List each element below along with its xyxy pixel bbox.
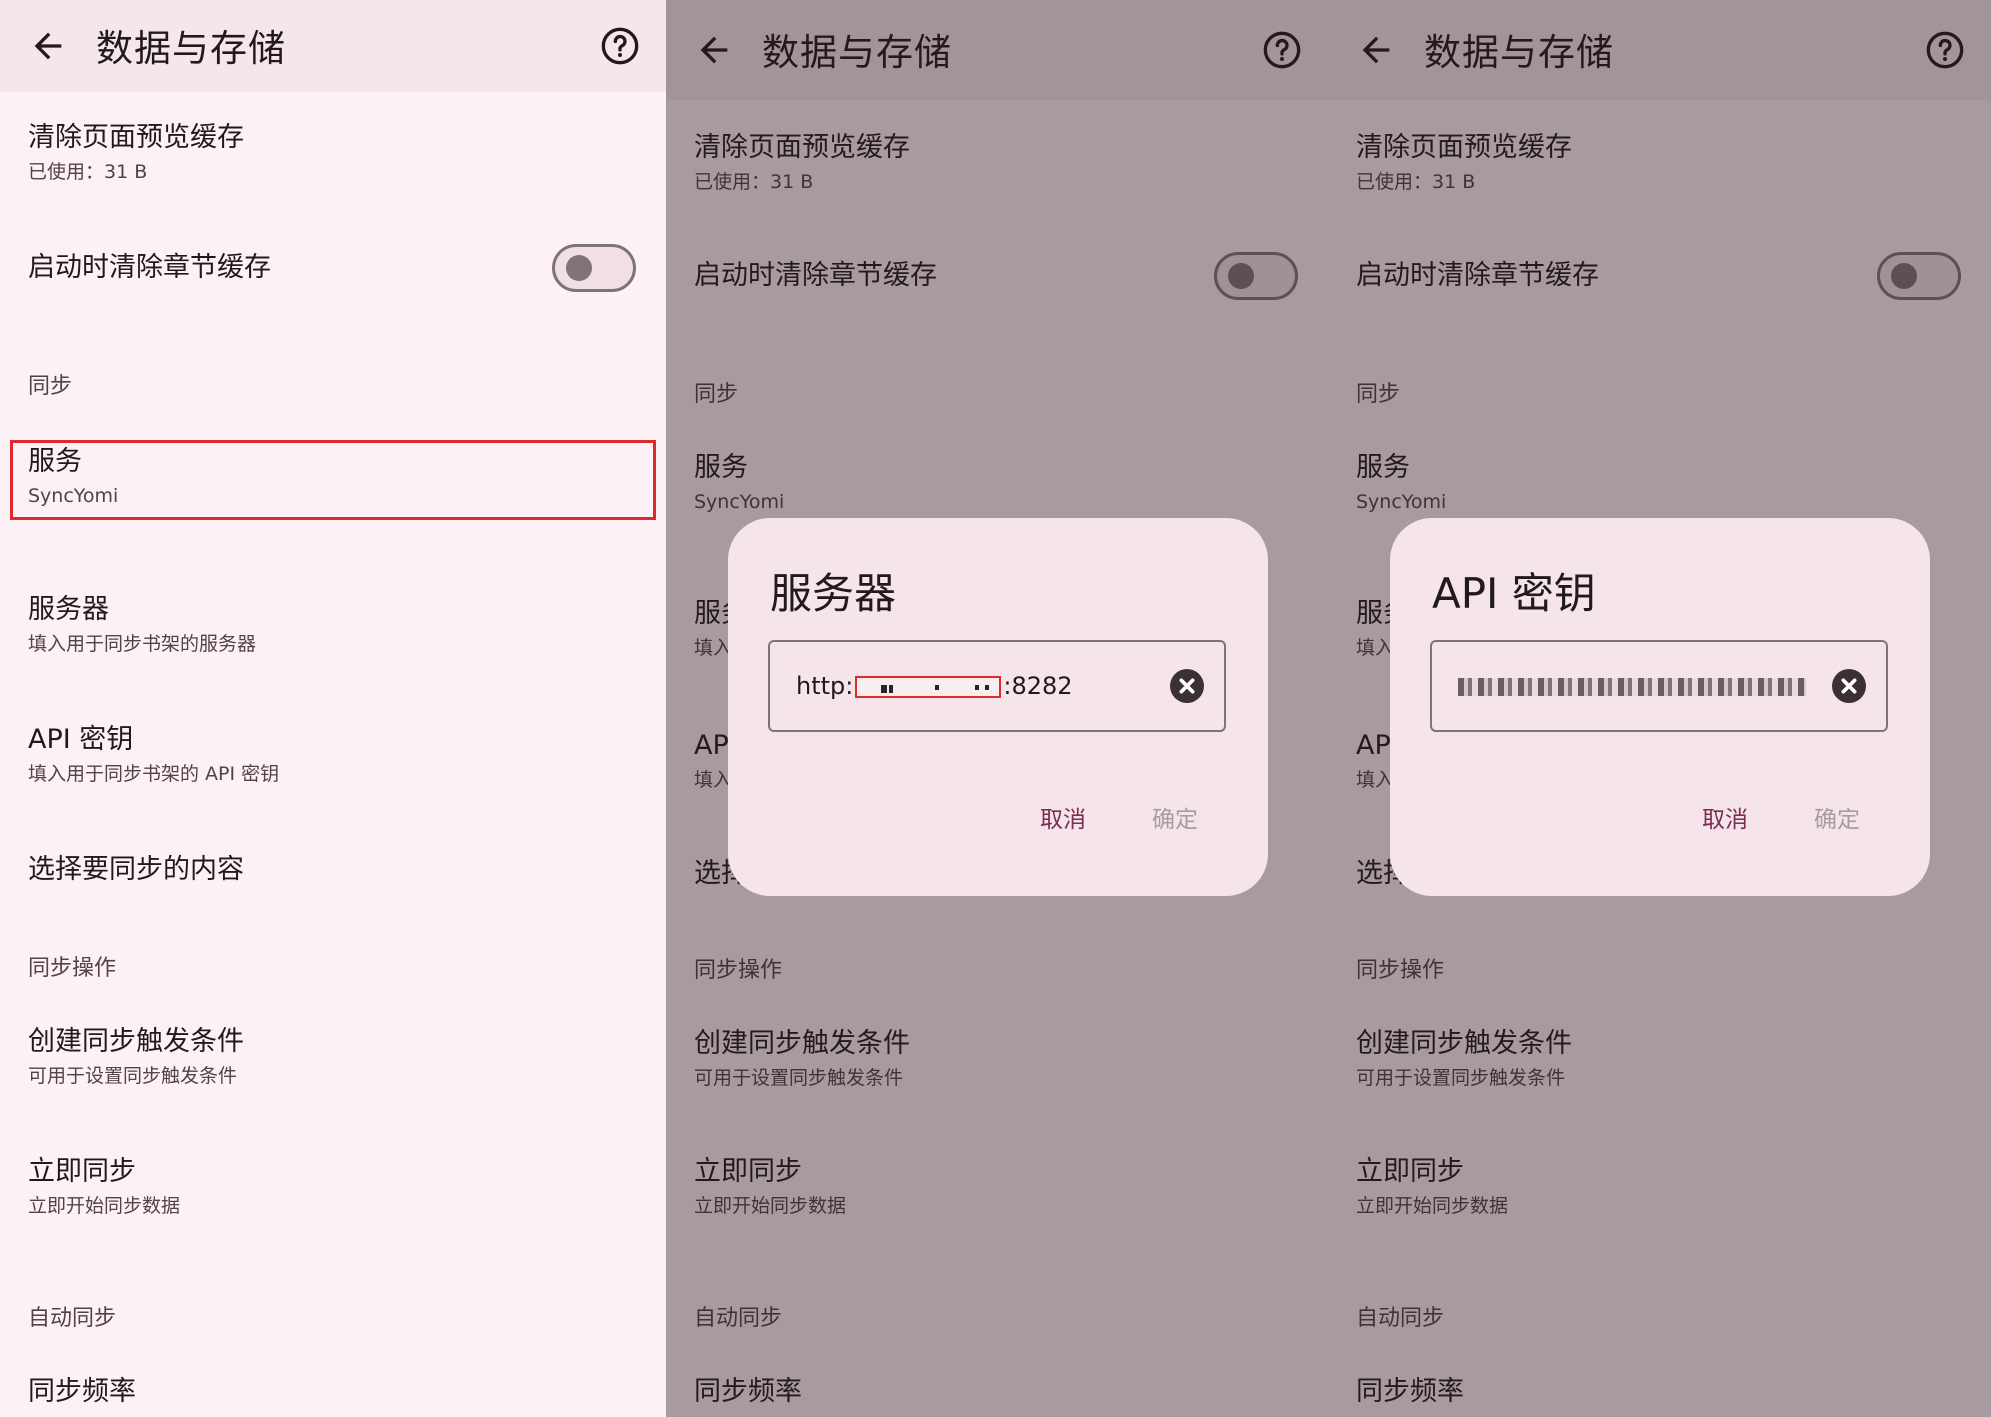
category-sync-ops: 同步操作 — [28, 956, 117, 981]
server-url-port: :8282 — [1003, 672, 1073, 700]
help-icon[interactable] — [600, 26, 640, 66]
confirm-button[interactable]: 确定 — [1814, 800, 1860, 834]
service-title: 服务 — [28, 446, 82, 477]
api-key-summary: 填入用于同步书架的 API 密钥 — [28, 763, 280, 786]
service-value: SyncYomi — [28, 485, 119, 508]
api-key-dialog-title: API 密钥 — [1432, 569, 1596, 618]
category-auto-sync: 自动同步 — [28, 1306, 117, 1331]
clear-cache-item[interactable]: 清除页面预览缓存 已使用：31 B — [28, 122, 642, 185]
startup-clear-title: 启动时清除章节缓存 — [28, 252, 271, 283]
api-key-value — [1458, 672, 1806, 700]
api-key-title: API 密钥 — [28, 724, 134, 755]
redacted-api-key — [1458, 678, 1806, 696]
create-trigger-summary: 可用于设置同步触发条件 — [28, 1065, 238, 1088]
sync-frequency-title: 同步频率 — [28, 1376, 136, 1407]
select-content-title: 选择要同步的内容 — [28, 854, 244, 885]
server-url-input[interactable]: http: :8282 — [768, 640, 1226, 732]
server-url-value: http: :8282 — [796, 672, 1073, 700]
back-arrow-icon[interactable] — [28, 26, 68, 66]
api-key-input[interactable] — [1430, 640, 1888, 732]
server-dialog: 服务器 http: :8282 取消 确定 — [728, 518, 1268, 896]
api-key-dialog: API 密钥 取消 确定 — [1390, 518, 1930, 896]
confirm-button[interactable]: 确定 — [1152, 800, 1198, 834]
cancel-button[interactable]: 取消 — [1702, 800, 1748, 834]
cancel-button[interactable]: 取消 — [1040, 800, 1086, 834]
select-content-item[interactable]: 选择要同步的内容 — [28, 854, 642, 886]
startup-clear-item[interactable]: 启动时清除章节缓存 — [28, 252, 642, 284]
settings-screen: 数据与存储 清除页面预览缓存 已使用：31 B 启动时清除章节缓存 同步 服务 … — [0, 0, 666, 1417]
clear-cache-title: 清除页面预览缓存 — [28, 122, 244, 153]
switch-knob — [566, 255, 592, 281]
startup-clear-switch[interactable] — [552, 244, 636, 292]
server-url-prefix: http: — [796, 672, 854, 700]
app-bar: 数据与存储 — [0, 0, 666, 92]
settings-screen-api-key-dialog: 数据与存储 清除页面预览缓存 已使用：31 B 启动时清除章节缓存 同步 服务 … — [1328, 0, 1991, 1417]
server-dialog-title: 服务器 — [770, 569, 897, 618]
sync-now-item[interactable]: 立即同步 立即开始同步数据 — [28, 1156, 642, 1219]
create-trigger-item[interactable]: 创建同步触发条件 可用于设置同步触发条件 — [28, 1026, 642, 1089]
sync-now-title: 立即同步 — [28, 1156, 136, 1187]
redacted-host — [855, 676, 1002, 698]
create-trigger-title: 创建同步触发条件 — [28, 1026, 244, 1057]
sync-now-summary: 立即开始同步数据 — [28, 1195, 181, 1218]
clear-input-icon[interactable] — [1170, 669, 1204, 703]
clear-cache-usage: 已使用：31 B — [28, 161, 148, 184]
category-sync: 同步 — [28, 374, 73, 399]
server-title: 服务器 — [28, 594, 109, 625]
server-summary: 填入用于同步书架的服务器 — [28, 633, 257, 656]
api-key-item[interactable]: API 密钥 填入用于同步书架的 API 密钥 — [28, 724, 642, 787]
page-title: 数据与存储 — [96, 26, 286, 70]
sync-frequency-item[interactable]: 同步频率 — [28, 1376, 642, 1408]
server-item[interactable]: 服务器 填入用于同步书架的服务器 — [28, 594, 642, 657]
clear-input-icon[interactable] — [1832, 669, 1866, 703]
service-item[interactable]: 服务 SyncYomi — [28, 446, 642, 509]
settings-screen-server-dialog: 数据与存储 清除页面预览缓存 已使用：31 B 启动时清除章节缓存 同步 服务 … — [666, 0, 1328, 1417]
